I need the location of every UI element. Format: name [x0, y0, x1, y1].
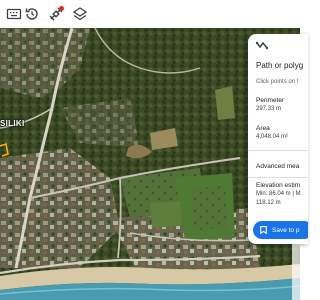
panel-title: Path or polyg [256, 61, 304, 70]
advanced-measurement-toggle[interactable]: Advanced mea [256, 163, 299, 170]
elevation-value-max: 118.12 m [256, 200, 281, 206]
keyboard-icon[interactable] [4, 4, 24, 24]
panel-hint: Click points on t [256, 79, 299, 85]
top-toolbar [0, 0, 300, 28]
map-attribution [292, 240, 300, 300]
measure-panel: Path or polyg Click points on t Perimete… [248, 34, 308, 244]
save-button-label: Save to p [272, 226, 300, 234]
panel-divider [248, 150, 308, 151]
perimeter-value: 297.33 m [256, 106, 282, 112]
layers-satellite-icon[interactable] [46, 4, 66, 24]
perimeter-label: Perimeter [256, 97, 285, 104]
save-to-project-button[interactable]: Save to p [253, 221, 308, 239]
history-icon[interactable] [22, 4, 42, 24]
path-polygon-icon [256, 41, 268, 50]
new-feature-dot [59, 6, 64, 11]
place-label: SILIKI [0, 119, 25, 128]
area-value: 4,048.04 m² [256, 134, 289, 140]
bookmark-icon [260, 226, 267, 234]
layers-icon[interactable] [70, 4, 90, 24]
elevation-label: Elevation estim [256, 182, 301, 189]
area-label: Area [256, 125, 270, 132]
panel-divider [248, 177, 308, 178]
elevation-value: Min: 86.04 m | M [256, 191, 301, 197]
